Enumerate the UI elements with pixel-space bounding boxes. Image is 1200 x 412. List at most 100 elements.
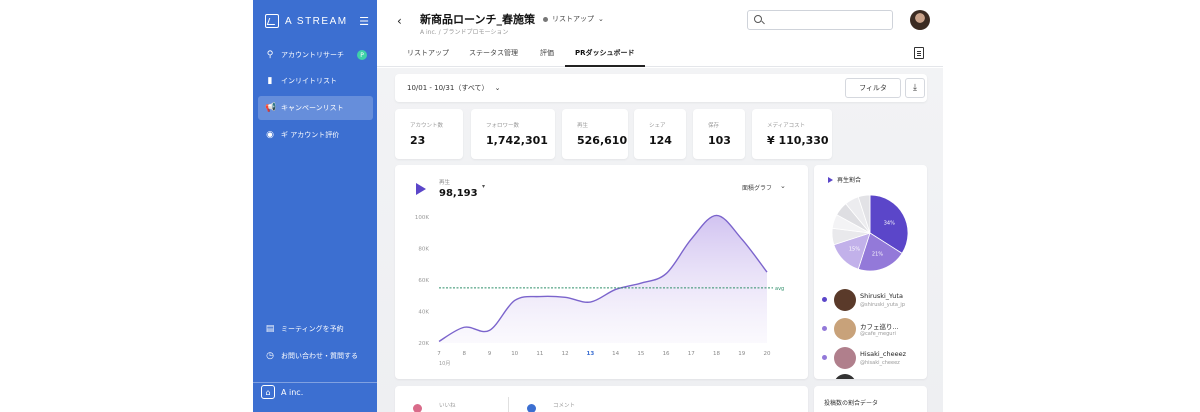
tab-evaluation[interactable]: 評価 [540, 48, 554, 58]
filter-button[interactable]: フィルタ [845, 78, 901, 98]
logo-icon [265, 14, 279, 28]
megaphone-icon: 📢 [265, 103, 277, 113]
y-tick-label: 20K [418, 341, 429, 347]
account-handle: @cafe_meguri [860, 331, 896, 337]
account-name: カフェ巡り... [860, 323, 899, 331]
sidebar-item-contact[interactable]: ◷ お問い合わせ・質問する [258, 344, 373, 368]
divider [508, 397, 509, 412]
search-input[interactable] [766, 13, 886, 27]
back-arrow-icon[interactable]: ‹ [397, 14, 402, 28]
sidebar-item-account-review[interactable]: ◉ ギ アカウント評价 [258, 123, 373, 147]
chevron-down-icon: ⌄ [494, 84, 501, 92]
y-tick-label: 80K [418, 247, 429, 253]
posts-share-card: 投稿数の割合データ [814, 386, 927, 412]
metric-label: 再生 [439, 180, 451, 186]
org-switcher[interactable]: ⌂ A inc. [261, 385, 303, 399]
kpi-value: 1,742,301 [486, 134, 548, 147]
kpi-value: 526,610 [577, 134, 628, 147]
pie-title-label: 再生割合 [837, 177, 862, 184]
caret-down-icon[interactable]: ▾ [482, 183, 485, 190]
search-box[interactable] [747, 10, 893, 30]
sidebar-item-label: アカウントリサーチ [281, 51, 344, 59]
pie-card-title: 再生割合 [828, 175, 861, 184]
search-icon [754, 15, 762, 23]
pie-slice-label: 21% [872, 252, 883, 258]
premium-badge: P [357, 50, 367, 60]
series-dot [822, 297, 827, 302]
sidebar: A STREAM ☰ ⚲ アカウントリサーチ P ▮ インリイトリスト 📢 キャ… [253, 0, 377, 412]
kpi-value: ¥ 110,330 [767, 134, 829, 147]
x-tick-label: 16 [663, 351, 670, 357]
x-tick-label: 7 [437, 351, 441, 357]
sidebar-item-label: ミーティングを予約 [281, 325, 344, 333]
chevron-down-icon[interactable]: ⌄ [780, 182, 786, 190]
comments-label: コメント [553, 403, 576, 409]
chevron-down-icon: ⌄ [598, 15, 604, 23]
date-range-select[interactable]: 10/01 - 10/31（すべて） ⌄ [407, 83, 500, 93]
user-avatar[interactable] [910, 10, 930, 30]
x-tick-label: 12 [562, 351, 569, 357]
series-dot [822, 355, 827, 360]
tab-status[interactable]: ステータス管理 [469, 48, 518, 58]
sidebar-item-book-meeting[interactable]: ▤ ミーティングを予約 [258, 317, 373, 341]
brand: A STREAM ☰ [265, 12, 369, 30]
plays-share-card: 再生割合 34% 21% 15% Shiruski_Yuta @shiruski_y… [814, 165, 927, 379]
page-title: 新商品ローンチ_春施策 [420, 13, 535, 26]
x-tick-label: 13 [587, 351, 595, 357]
play-icon [828, 176, 833, 183]
account-handle: @shiruski_yuta_jp [860, 302, 905, 308]
kpi-label: フォロワー数 [486, 123, 520, 129]
kpi-card-accounts: アカウント数 23 [395, 109, 463, 159]
x-tick-label: 15 [637, 351, 644, 357]
brand-name: A STREAM [285, 15, 348, 27]
tab-pr-dashboard[interactable]: PRダッシュボード [575, 48, 635, 58]
kpi-value: 124 [649, 134, 672, 147]
comment-icon [527, 404, 536, 412]
sidebar-divider [253, 382, 377, 383]
kpi-card-followers: フォロワー数 1,742,301 [471, 109, 555, 159]
x-tick-label: 9 [488, 351, 492, 357]
account-name: Shiruski_Yuta [860, 292, 903, 300]
pie-slice-label: 34% [884, 220, 895, 226]
account-handle: @hisaki_cheeez [860, 360, 900, 366]
building-icon: ⌂ [261, 385, 275, 399]
sidebar-item-campaign-list[interactable]: 📢 キャンペーンリスト [258, 96, 373, 120]
x-tick-label: 8 [462, 351, 466, 357]
menu-icon[interactable]: ☰ [359, 15, 369, 28]
account-row[interactable] [822, 372, 927, 379]
account-avatar [834, 318, 856, 340]
bookmark-icon: ▮ [267, 76, 273, 86]
dashboard-content: 10/01 - 10/31（すべて） ⌄ フィルタ ⤓ アカウント数 23 フォロ… [377, 68, 943, 412]
average-label: avg [775, 286, 784, 292]
org-name: A inc. [281, 387, 304, 397]
filter-bar: 10/01 - 10/31（すべて） ⌄ フィルタ ⤓ [395, 74, 927, 102]
sidebar-item-account-research[interactable]: ⚲ アカウントリサーチ P [258, 43, 373, 67]
account-row[interactable]: Hisaki_cheeez @hisaki_cheeez [822, 345, 927, 371]
pie-chart: 34% 21% 15% [831, 194, 909, 272]
x-tick-label: 18 [713, 351, 720, 357]
document-icon[interactable] [914, 47, 924, 59]
account-row[interactable]: カフェ巡り... @cafe_meguri [822, 316, 927, 342]
chart-type-select[interactable]: 面積グラフ [742, 183, 772, 192]
tab-listup[interactable]: リストアップ [407, 48, 449, 58]
account-row[interactable]: Shiruski_Yuta @shiruski_yuta_jp [822, 287, 927, 313]
kpi-label: シェア [649, 123, 666, 129]
x-tick-label: 20 [764, 351, 771, 357]
sidebar-item-label: インリイトリスト [281, 77, 337, 85]
kpi-label: アカウント数 [410, 123, 444, 129]
y-tick-label: 60K [418, 278, 429, 284]
status-dropdown[interactable]: リストアップ ⌄ [543, 14, 604, 24]
clock-icon: ◷ [266, 351, 274, 361]
series-dot [822, 326, 827, 331]
kpi-value: 103 [708, 134, 731, 147]
location-icon: ◉ [266, 130, 274, 140]
area-fill [439, 215, 767, 343]
kpi-label: 保存 [708, 123, 720, 129]
account-avatar [834, 374, 856, 379]
kpi-value: 23 [410, 134, 426, 147]
sidebar-item-list[interactable]: ▮ インリイトリスト [258, 69, 373, 93]
tab-bar: リストアップ ステータス管理 評価 PRダッシュボード [377, 42, 943, 67]
download-icon[interactable]: ⤓ [905, 78, 925, 98]
y-tick-label: 40K [418, 310, 429, 316]
date-range-label: 10/01 - 10/31（すべて） [407, 84, 489, 92]
